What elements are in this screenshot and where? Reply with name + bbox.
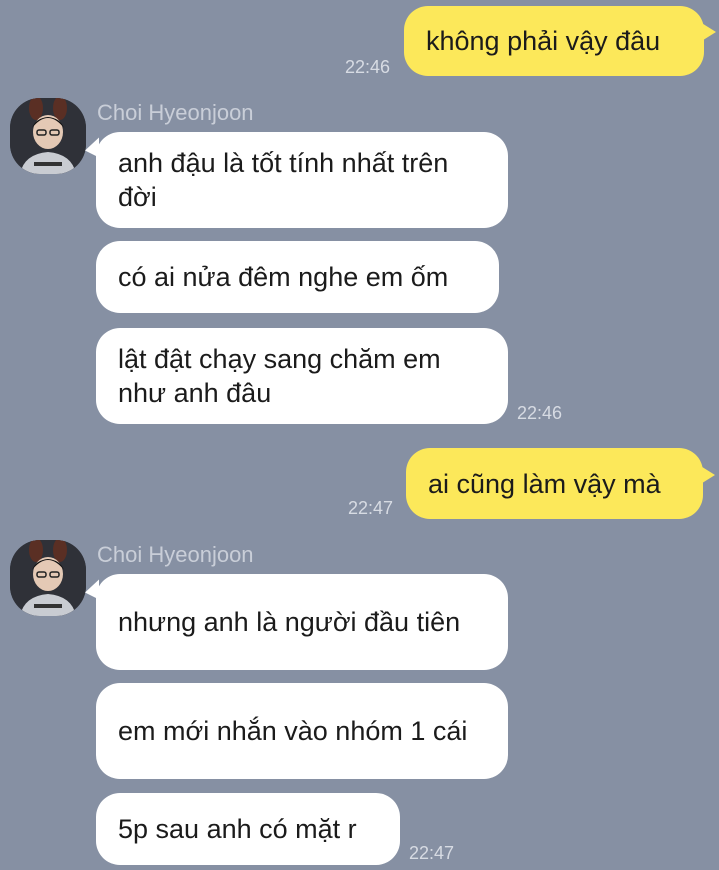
user-avatar-photo-icon [10, 540, 86, 616]
message-timestamp: 22:46 [517, 403, 563, 423]
bubble-tail [700, 22, 716, 42]
incoming-message-bubble[interactable]: nhưng anh là người đầu tiên [96, 574, 508, 670]
chat-message-list[interactable]: 22:46 không phải vậy đâu Choi Hyeonjoon … [0, 0, 719, 870]
message-text: nhưng anh là người đầu tiên [118, 607, 461, 637]
message-text: anh đậu là tốt tính nhất trên đời [118, 148, 449, 212]
message-text: em mới nhắn vào nhóm 1 cái [118, 716, 468, 746]
sender-name: Choi Hyeonjoon [97, 100, 254, 125]
message-text: 5p sau anh có mặt r [118, 814, 357, 844]
message-timestamp: 22:47 [348, 498, 394, 518]
bubble-tail [699, 465, 715, 485]
message-text: lật đật chạy sang chăm em như anh đâu [118, 344, 441, 408]
message-text: có ai nửa đêm nghe em ốm [118, 262, 449, 292]
message-timestamp: 22:47 [409, 843, 455, 863]
message-timestamp: 22:46 [345, 57, 391, 77]
message-text: không phải vậy đâu [426, 26, 661, 56]
incoming-message-bubble[interactable]: 5p sau anh có mặt r [96, 793, 400, 865]
incoming-message-bubble[interactable]: có ai nửa đêm nghe em ốm [96, 241, 499, 313]
sender-name: Choi Hyeonjoon [97, 542, 254, 567]
incoming-message-bubble[interactable]: em mới nhắn vào nhóm 1 cái [96, 683, 508, 779]
contact-avatar[interactable] [10, 540, 86, 616]
contact-avatar[interactable] [10, 98, 86, 174]
message-text: ai cũng làm vậy mà [428, 468, 661, 499]
outgoing-message-bubble[interactable]: không phải vậy đâu [404, 6, 704, 76]
incoming-message-bubble[interactable]: anh đậu là tốt tính nhất trên đời [96, 132, 508, 228]
user-avatar-photo-icon [10, 98, 86, 174]
outgoing-message-bubble[interactable]: ai cũng làm vậy mà [406, 448, 703, 519]
incoming-message-bubble[interactable]: lật đật chạy sang chăm em như anh đâu [96, 328, 508, 424]
